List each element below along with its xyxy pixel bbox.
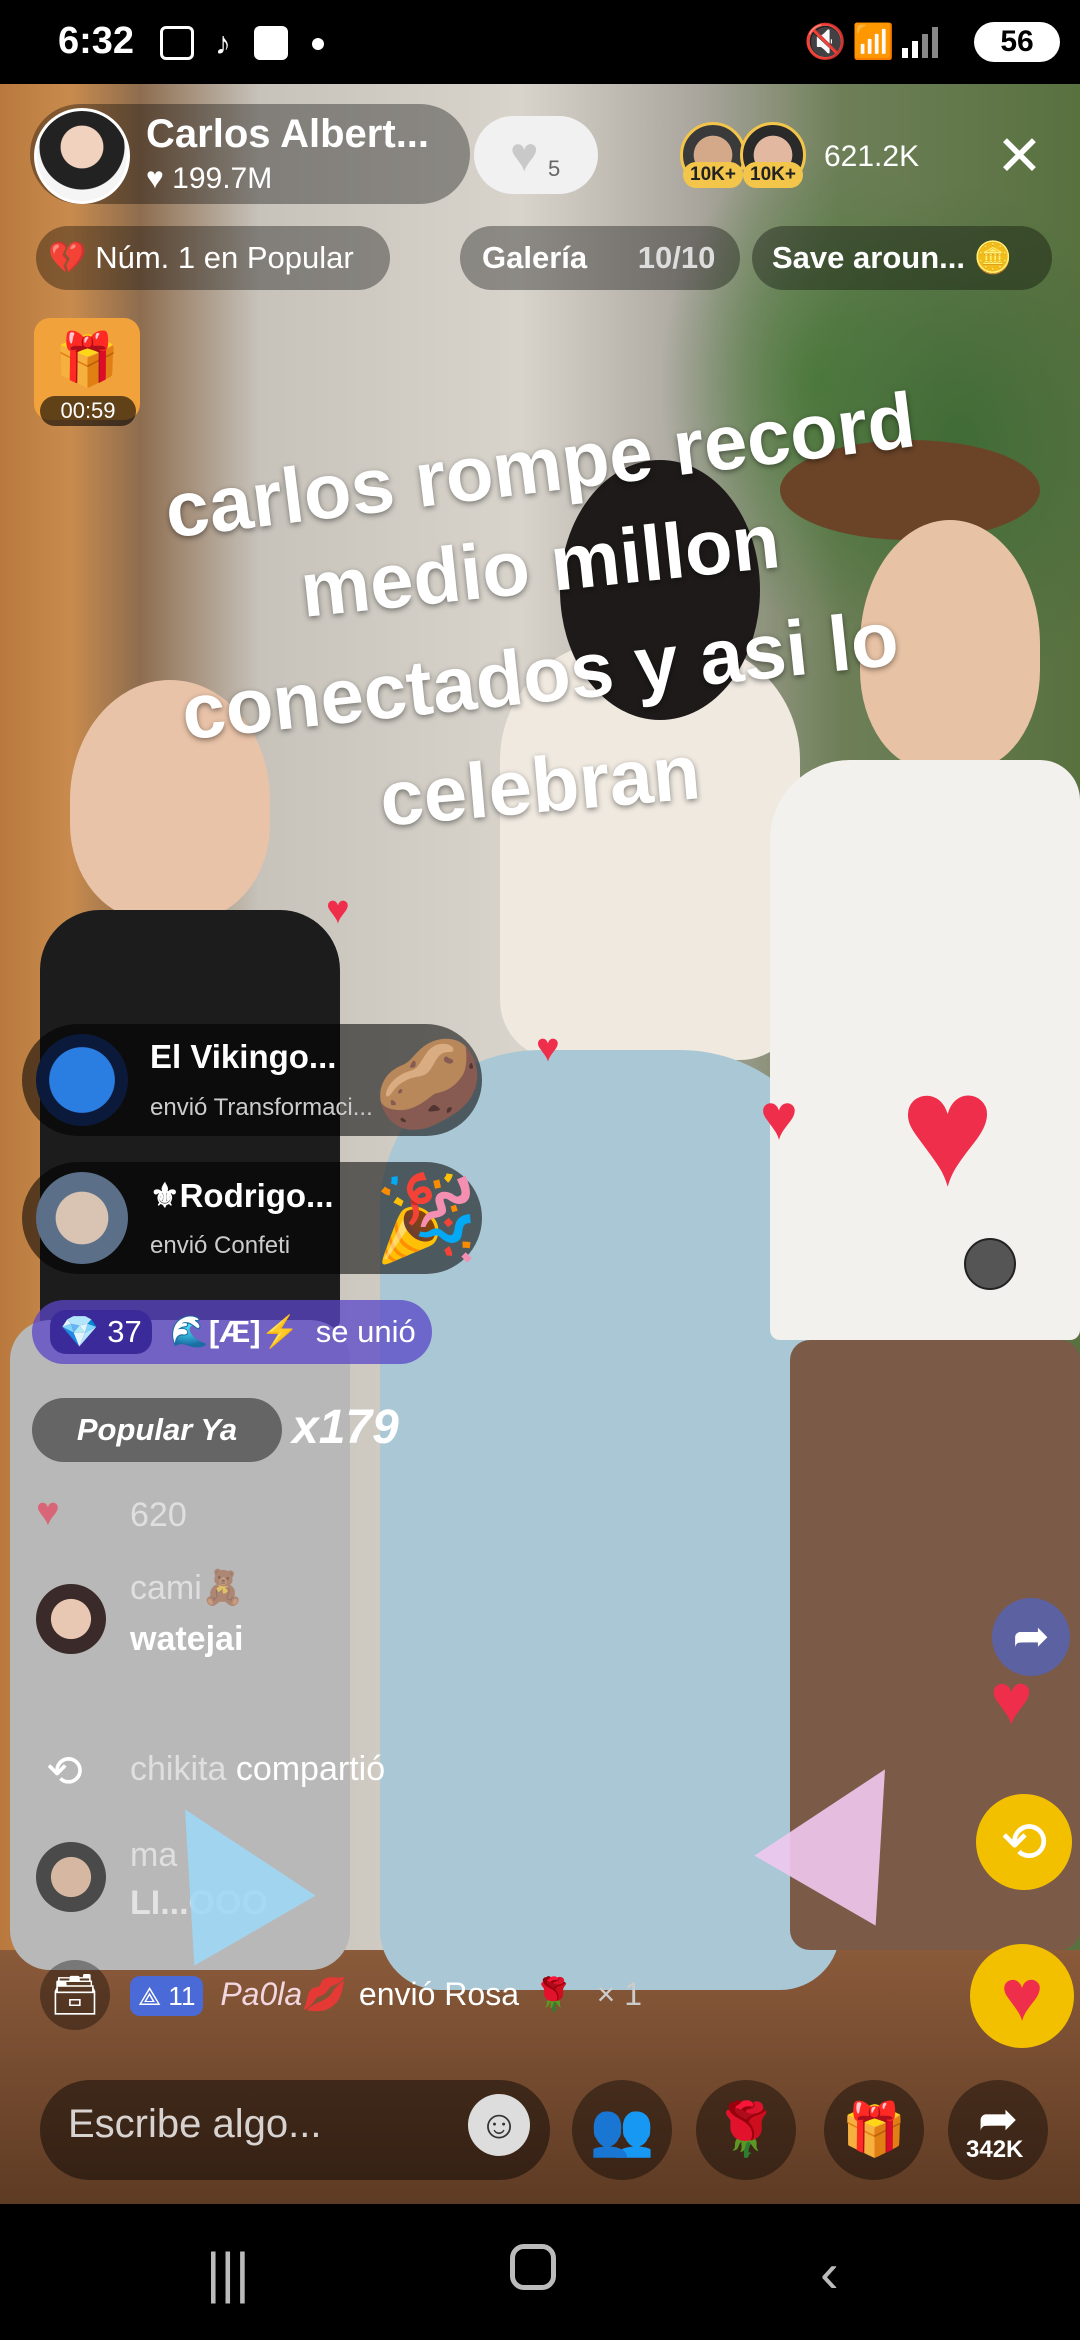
emoji-icon[interactable]: ☺	[468, 2094, 530, 2156]
heart-icon: ♥	[36, 1490, 60, 1534]
coins-icon: 🪙	[973, 240, 1013, 275]
repost-icon: ⟲	[46, 1747, 83, 1796]
floating-heart-icon: ♥	[326, 888, 350, 932]
potato-gift-icon: 🥔	[374, 1034, 484, 1133]
like-heart-icon[interactable]: ♥	[990, 1660, 1033, 1740]
heart-icon: ♥	[146, 162, 173, 195]
top-viewer-badge: 10K+	[743, 162, 803, 188]
wifi-icon: 📶	[852, 23, 895, 61]
level-badge: 💎 37	[50, 1310, 152, 1354]
app-icon	[254, 26, 288, 60]
popular-badge: Popular Ya	[32, 1398, 282, 1462]
gifter-avatar[interactable]	[36, 1034, 128, 1126]
chat-message: watejai	[130, 1620, 244, 1658]
battery-indicator: 56	[974, 22, 1060, 62]
host-name[interactable]: Carlos Albert...	[146, 112, 429, 157]
gift-action: envió Confeti	[150, 1232, 291, 1259]
signal-icon	[900, 26, 940, 58]
chat-username[interactable]: cami🧸	[130, 1568, 244, 1608]
chat-message: 620	[130, 1496, 187, 1534]
host-avatar[interactable]	[34, 108, 130, 204]
share-icon[interactable]: ➦	[948, 2080, 1048, 2180]
chat-avatar[interactable]	[36, 1584, 106, 1654]
mute-icon: 🔇	[804, 23, 847, 61]
chat-avatar[interactable]	[36, 1842, 106, 1912]
rose-icon: 🌹	[533, 1976, 574, 2012]
gift-action: envió Transformaci...	[150, 1094, 373, 1121]
diamond-icon: 💎	[60, 1314, 108, 1349]
top-viewer-badge: 10K+	[683, 162, 743, 188]
heart-gift-icon[interactable]: ♥	[970, 1944, 1074, 2048]
gift-box-icon[interactable]: 🗃	[40, 1960, 110, 2030]
follow-count: 5	[548, 156, 561, 181]
crystal-icon: ⟁	[138, 1981, 169, 2011]
close-button[interactable]: ✕	[996, 128, 1043, 184]
dot-icon	[312, 38, 324, 50]
join-notice[interactable]: 💎 37 🌊[Æ]⚡ se unió	[32, 1300, 432, 1364]
clock: 6:32	[58, 20, 135, 62]
level-badge: ⟁ 11	[130, 1976, 204, 2016]
rank-chip[interactable]: 💔 Núm. 1 en Popular	[36, 226, 390, 290]
screenshot-icon	[160, 26, 194, 60]
floating-heart-icon: ♥	[900, 1040, 995, 1219]
gallery-chip[interactable]: Galería 10/10	[460, 226, 740, 290]
host-likes: ♥ 199.7M	[146, 162, 273, 195]
multi-guest-icon[interactable]: 👥	[572, 2080, 672, 2180]
confetti-gift-icon: 🎉	[374, 1171, 479, 1265]
gift-combo: x179	[292, 1401, 399, 1454]
gifter-name: El Vikingo...	[150, 1038, 337, 1075]
gifter-name: ⚜Rodrigo...	[150, 1177, 334, 1214]
gifter-avatar[interactable]	[36, 1172, 128, 1264]
recent-apps-icon[interactable]: |||	[206, 2240, 250, 2305]
comment-placeholder[interactable]: Escribe algo...	[68, 2102, 321, 2147]
viewer-count[interactable]: 621.2K	[824, 140, 919, 174]
chat-message: chikita compartió	[130, 1750, 386, 1788]
back-icon[interactable]: ‹	[820, 2240, 839, 2305]
floating-heart-icon: ♥	[760, 1081, 798, 1153]
treasure-timer: 00:59	[40, 396, 136, 426]
floating-heart-icon: ♥	[536, 1026, 560, 1070]
broken-heart-icon: 💔	[48, 240, 87, 275]
repost-icon[interactable]: ⟲	[976, 1794, 1072, 1890]
gift-icon[interactable]: 🎁	[824, 2080, 924, 2180]
save-around-chip[interactable]: Save aroun... 🪙	[752, 226, 1052, 290]
home-icon[interactable]	[510, 2244, 556, 2290]
rose-event: ⟁ 11 Pa0la💋 envió Rosa 🌹 × 1	[130, 1968, 642, 2020]
tiktok-icon: ♪	[215, 25, 231, 61]
share-count: 342K	[966, 2136, 1024, 2163]
touch-indicator	[964, 1238, 1016, 1290]
heart-icon: ♥	[510, 129, 539, 182]
rose-gift-icon[interactable]: 🌹	[696, 2080, 796, 2180]
